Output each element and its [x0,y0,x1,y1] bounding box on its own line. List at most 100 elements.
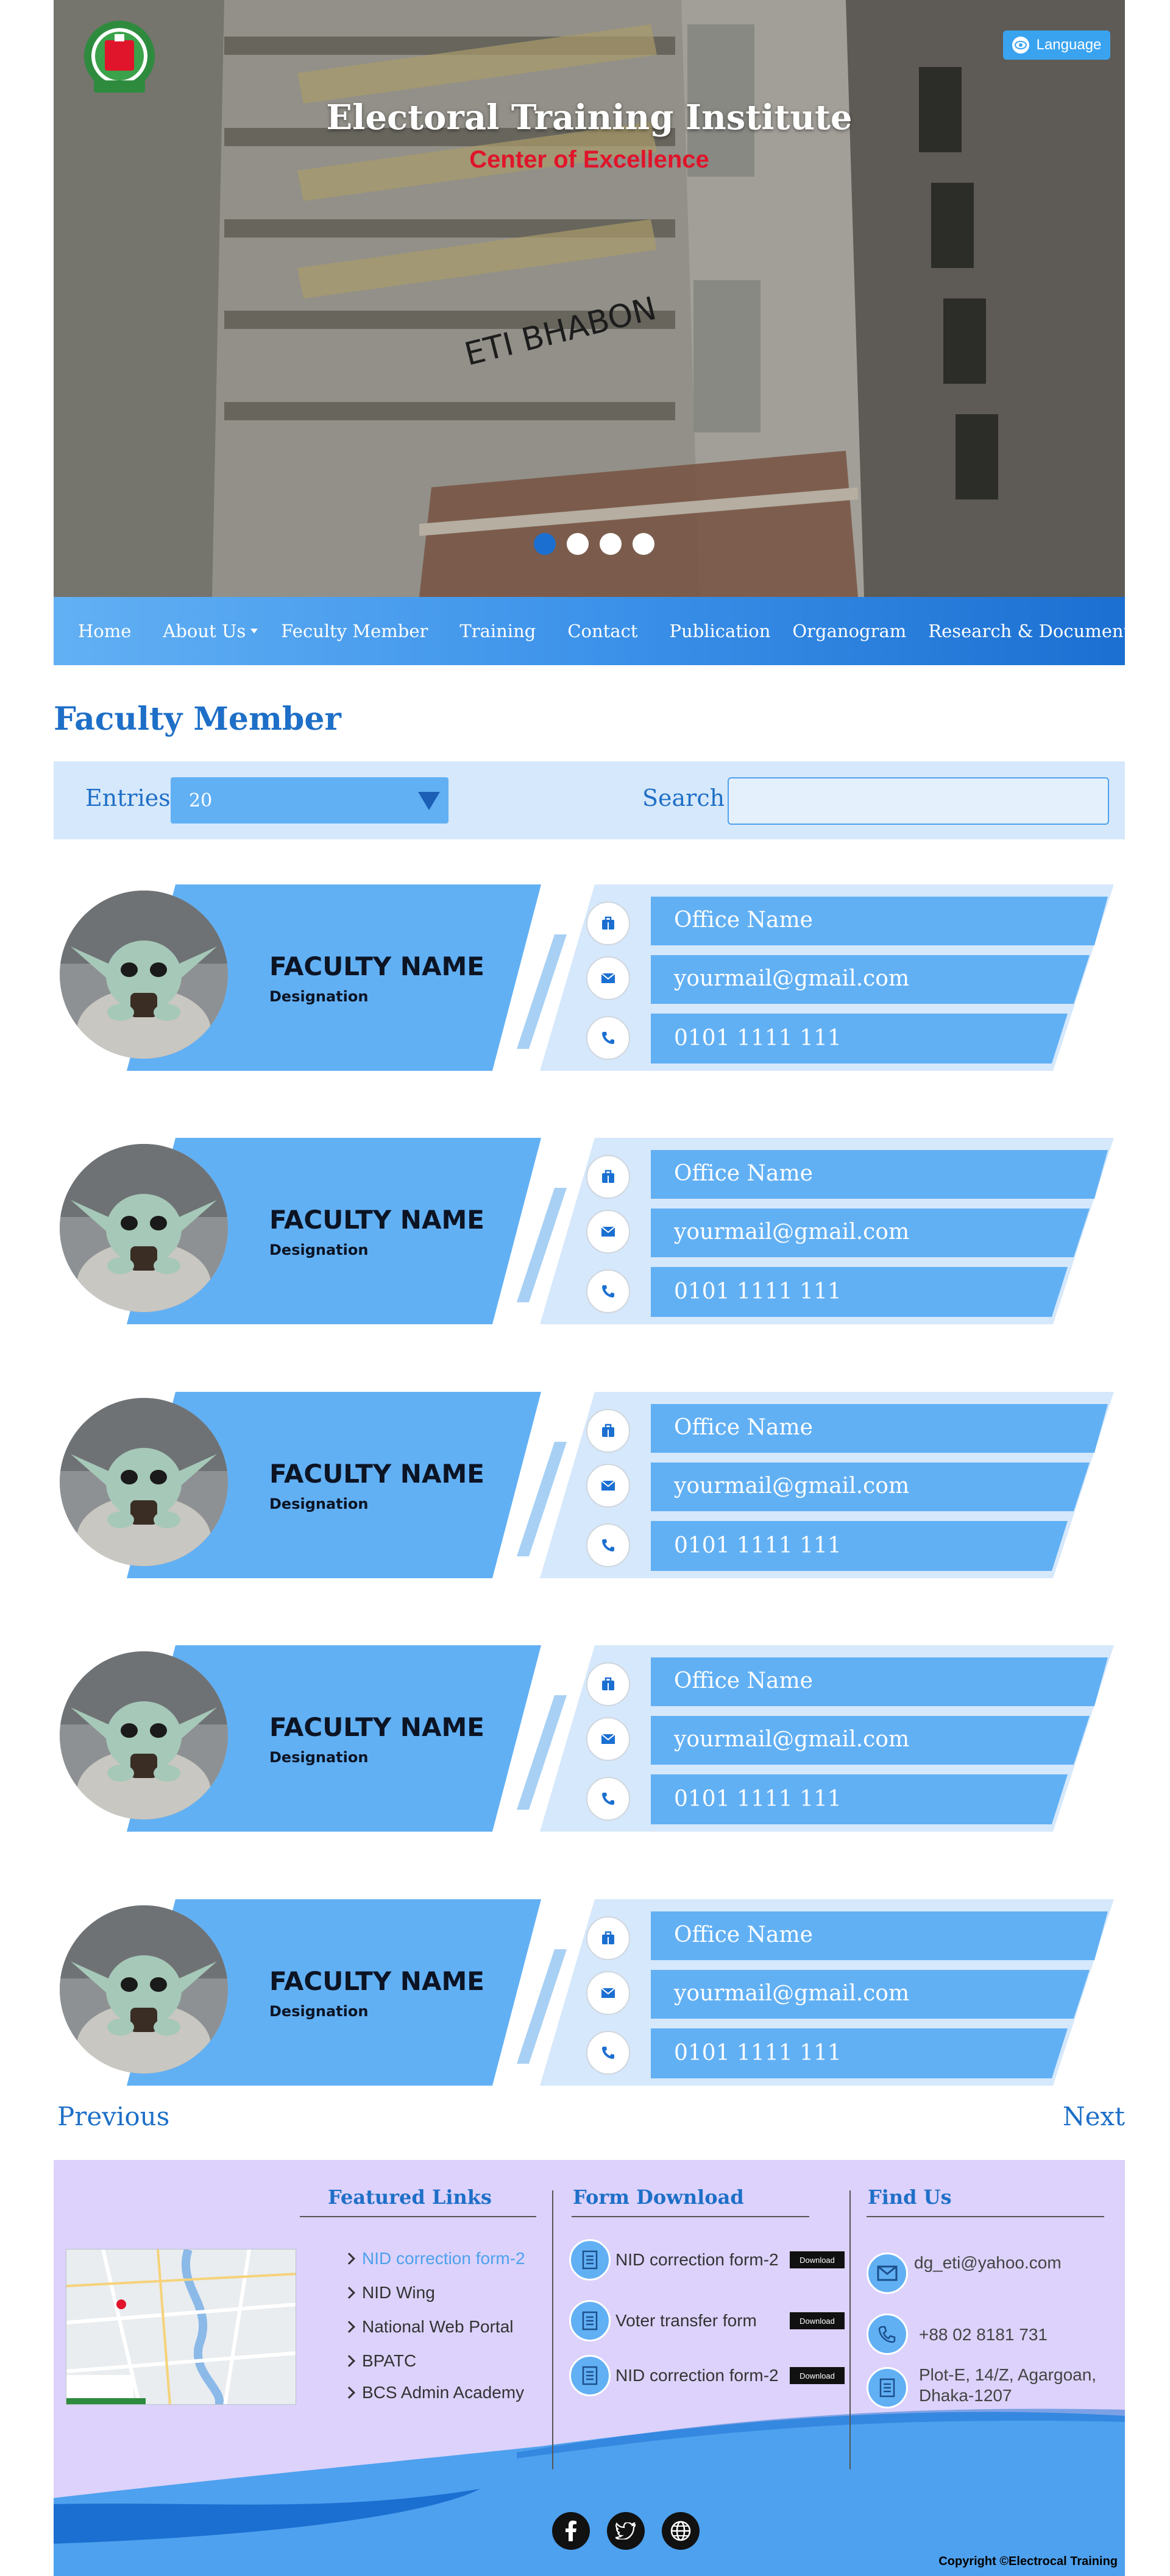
faculty-avatar [60,1651,228,1819]
nav-home[interactable]: Home [78,621,131,641]
entries-select[interactable]: 20 [171,777,448,824]
document-icon [569,2300,611,2341]
chevron-right-icon [343,2321,355,2333]
office-icon [586,1662,630,1706]
form-download-title: Form Download [573,2186,744,2209]
featured-link[interactable]: National Web Portal [343,2317,514,2337]
globe-icon[interactable] [662,2512,700,2550]
mail-icon [586,1971,630,2015]
divider [572,2216,809,2217]
entries-value: 20 [189,789,213,811]
download-button[interactable]: Download [790,2251,845,2268]
office-icon [586,1409,630,1453]
faculty-email[interactable]: yourmail@gmail.com [674,1219,909,1244]
page: ETI BHABON Language Electoral Training I… [54,0,1170,2576]
office-icon [586,1155,630,1199]
featured-links-title: Featured Links [328,2186,492,2209]
footer-address: Plot-E, 14/Z, Agargoan, Dhaka-1207 [919,2365,1097,2405]
faculty-photo [60,1651,228,1819]
faculty-name: FACULTY NAME [269,1966,484,1996]
featured-link[interactable]: BCS Admin Academy [343,2383,525,2402]
nav-about-us[interactable]: About Us [163,621,259,641]
phone-icon [586,1523,630,1567]
faculty-avatar [60,1144,228,1312]
language-button[interactable]: Language [1003,30,1110,60]
faculty-designation: Designation [269,2003,369,2020]
office-icon [586,1916,630,1960]
download-button[interactable]: Download [790,2312,845,2329]
featured-link[interactable]: BPATC [343,2351,416,2371]
page-title: Faculty Member [54,700,341,738]
slider-dots [534,533,654,555]
faculty-card: FACULTY NAME Designation Office Name you… [54,1645,1125,1832]
hero-title: Electoral Training Institute [326,97,853,138]
search-label: Search [642,785,725,811]
eti-logo-icon [84,21,155,93]
faculty-email[interactable]: yourmail@gmail.com [674,966,909,991]
faculty-phone[interactable]: 0101 1111 111 [674,1279,842,1304]
faculty-phone[interactable]: 0101 1111 111 [674,1533,842,1558]
slide-dot-2[interactable] [567,533,589,555]
faculty-designation: Designation [269,1241,369,1258]
faculty-designation: Designation [269,988,369,1005]
previous-button[interactable]: Previous [57,2101,169,2131]
search-input[interactable] [728,777,1109,825]
faculty-email[interactable]: yourmail@gmail.com [674,1473,909,1498]
location-map[interactable] [66,2249,296,2405]
nav-organogram[interactable]: Organogram [792,621,906,641]
faculty-card: FACULTY NAME Designation Office Name you… [54,1392,1125,1578]
find-us-title: Find Us [868,2186,952,2209]
nav-training[interactable]: Training [459,621,536,641]
slide-dot-4[interactable] [633,533,654,555]
footer: Featured Links NID correction form-2 NID … [54,2160,1125,2576]
faculty-office: Office Name [674,908,813,933]
copyright-text: Copyright ©Electrocal Training [938,2555,1118,2568]
faculty-designation: Designation [269,1749,369,1766]
download-button[interactable]: Download [790,2367,845,2384]
faculty-phone[interactable]: 0101 1111 111 [674,1787,842,1812]
faculty-photo [60,891,228,1059]
faculty-phone[interactable]: 0101 1111 111 [674,1026,842,1051]
featured-link-label: National Web Portal [362,2317,514,2336]
hero-subtitle: Center of Excellence [469,146,709,173]
phone-icon [586,2031,630,2075]
faculty-photo [60,1905,228,2073]
faculty-office: Office Name [674,1668,813,1693]
document-icon [569,2355,611,2396]
phone-icon [586,1777,630,1821]
faculty-office: Office Name [674,1922,813,1947]
faculty-email[interactable]: yourmail@gmail.com [674,1981,909,2006]
slide-dot-1[interactable] [534,533,556,555]
mail-icon [586,1210,630,1254]
social-links [552,2512,700,2550]
faculty-email[interactable]: yourmail@gmail.com [674,1727,909,1752]
faculty-name: FACULTY NAME [269,951,484,981]
address-icon [867,2367,908,2408]
featured-link-label: BCS Admin Academy [362,2383,525,2402]
faculty-avatar [60,1398,228,1566]
footer-phone[interactable]: +88 02 8181 731 [919,2324,1048,2345]
featured-link-label: NID correction form-2 [362,2249,525,2268]
faculty-card: FACULTY NAME Designation Office Name you… [54,1138,1125,1324]
featured-link-label: NID Wing [362,2283,435,2302]
featured-link[interactable]: NID correction form-2 [343,2249,525,2268]
faculty-phone[interactable]: 0101 1111 111 [674,2041,842,2066]
download-form-label: Voter transfer form [615,2311,757,2330]
faculty-office: Office Name [674,1161,813,1186]
nav-publication[interactable]: Publication [670,621,771,641]
phone-icon [867,2313,908,2355]
divider [867,2216,1104,2217]
nav-research-documentation[interactable]: Research & Documentation [928,621,1170,641]
next-button[interactable]: Next [1063,2101,1125,2131]
mail-icon [586,1464,630,1508]
faculty-avatar [60,891,228,1059]
nav-faculty-member[interactable]: Feculty Member [281,621,428,641]
phone-icon [586,1269,630,1313]
language-label: Language [1036,37,1102,53]
nav-contact[interactable]: Contact [567,621,637,641]
featured-link[interactable]: NID Wing [343,2283,435,2303]
slide-dot-3[interactable] [600,533,622,555]
twitter-icon[interactable] [607,2512,645,2550]
facebook-icon[interactable] [552,2512,590,2550]
footer-email[interactable]: dg_eti@yahoo.com [914,2253,1062,2273]
